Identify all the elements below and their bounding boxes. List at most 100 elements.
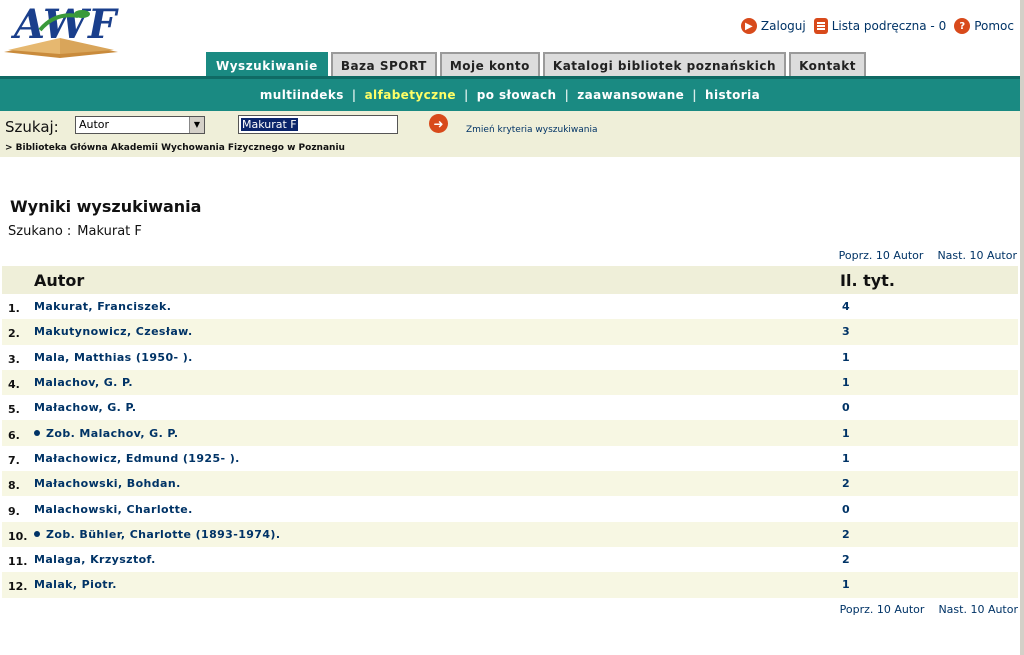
author-link[interactable]: Malachowski, Charlotte.: [32, 503, 837, 516]
author-name: Małachowicz, Edmund (1925- ).: [34, 451, 240, 465]
tab-catalogs[interactable]: Katalogi bibliotek poznańskich: [542, 52, 787, 77]
author-name: Małachow, G. P.: [34, 401, 137, 415]
tab-contact[interactable]: Kontakt: [789, 52, 866, 77]
table-body: 1. Makurat, Franciszek. 4 2. Makutynowicz, C…: [2, 294, 1018, 598]
author-link[interactable]: Małachow, G. P.: [32, 401, 837, 414]
table-row: 3. Mala, Matthias (1950- ). 1: [2, 344, 1018, 370]
subnav-multiindex[interactable]: multiindeks: [252, 88, 352, 102]
tab-baza-sport[interactable]: Baza SPORT: [330, 52, 437, 77]
title-count-link[interactable]: 1: [837, 578, 1018, 591]
author-link[interactable]: Mala, Matthias (1950- ).: [32, 351, 837, 364]
row-number: 1.: [8, 302, 20, 316]
prev-10-bottom[interactable]: Poprz. 10 Autor: [840, 603, 925, 616]
chevron-down-icon[interactable]: ▼: [189, 117, 204, 133]
table-row: 5. Małachow, G. P. 0: [2, 395, 1018, 421]
row-number: 5.: [8, 403, 20, 417]
table-row: 11. Malaga, Krzysztof. 2: [2, 546, 1018, 573]
table-row: 2. Makutynowicz, Czesław. 3: [2, 319, 1018, 345]
subnav-keywords[interactable]: po słowach: [469, 88, 565, 102]
help-icon: ?: [954, 18, 971, 34]
help-label: Pomoc: [974, 19, 1014, 33]
handlist-label: Lista podręczna - 0: [831, 19, 947, 33]
author-name: Mala, Matthias (1950- ).: [34, 350, 193, 364]
subnav-history[interactable]: historia: [697, 88, 768, 102]
row-number: 6.: [8, 428, 20, 442]
bullet-icon: [34, 429, 40, 436]
author-name: Makurat, Franciszek.: [34, 300, 172, 314]
title-count-link[interactable]: 2: [837, 553, 1018, 566]
subnav-advanced[interactable]: zaawansowane: [569, 88, 692, 102]
pager-top: Poprz. 10 Autor Nast. 10 Autor: [839, 249, 1017, 262]
title-count-link[interactable]: 2: [837, 528, 1018, 541]
author-link[interactable]: Malachov, G. P.: [32, 376, 837, 389]
help-link[interactable]: ? Pomoc: [954, 18, 1014, 34]
table-row: 1. Makurat, Franciszek. 4: [2, 294, 1018, 320]
author-link[interactable]: Makutynowicz, Czesław.: [32, 325, 837, 338]
row-number: 2.: [8, 327, 20, 341]
title-count-link[interactable]: 1: [837, 376, 1018, 389]
author-link[interactable]: Zob. Bühler, Charlotte (1893-1974).: [32, 528, 837, 541]
library-breadcrumb: > Biblioteka Główna Akademii Wychowania …: [5, 143, 345, 153]
table-row: 10. Zob. Bühler, Charlotte (1893-1974). 2: [2, 521, 1018, 547]
row-number: 10.: [8, 529, 28, 543]
login-label: Zaloguj: [760, 19, 806, 33]
title-count-link[interactable]: 0: [837, 503, 1018, 516]
title-count-link[interactable]: 2: [837, 477, 1018, 490]
search-go-button[interactable]: ➜: [429, 114, 448, 133]
table-row: 12. Malak, Piotr. 1: [2, 572, 1018, 598]
tab-my-account[interactable]: Moje konto: [439, 52, 540, 77]
author-name: Malak, Piotr.: [34, 578, 117, 592]
title-count-link[interactable]: 3: [837, 325, 1018, 338]
scrollbar[interactable]: [1020, 0, 1024, 655]
row-number: 4.: [8, 378, 20, 392]
subnav-alphabetical[interactable]: alfabetyczne: [357, 88, 464, 102]
table-header: Autor Il. tyt.: [2, 266, 1018, 294]
pager-bottom: Poprz. 10 Autor Nast. 10 Autor: [840, 603, 1018, 616]
main-tabs: Wyszukiwanie Baza SPORT Moje konto Katal…: [206, 52, 866, 78]
results-sought: Szukano : Makurat F: [8, 224, 142, 239]
search-label: Szukaj:: [5, 118, 59, 136]
row-number: 3.: [8, 352, 20, 366]
next-10-bottom[interactable]: Nast. 10 Autor: [938, 603, 1018, 616]
author-link[interactable]: Zob. Malachov, G. P.: [32, 427, 837, 440]
col-count: Il. tyt.: [840, 270, 895, 290]
table-row: 8. Małachowski, Bohdan. 2: [2, 471, 1018, 497]
title-count-link[interactable]: 1: [837, 452, 1018, 465]
author-link[interactable]: Makurat, Franciszek.: [32, 300, 837, 313]
prev-10-top[interactable]: Poprz. 10 Autor: [839, 249, 924, 262]
title-count-link[interactable]: 1: [837, 427, 1018, 440]
results-table: Autor Il. tyt. 1. Makurat, Franciszek. 4 2.…: [2, 266, 1018, 598]
search-field-select[interactable]: Autor ▼: [75, 116, 205, 134]
top-links: ▶ Zaloguj Lista podręczna - 0 ? Pomoc: [737, 18, 1014, 34]
author-name: Malaga, Krzysztof.: [34, 553, 156, 567]
col-autor: Autor: [34, 270, 85, 290]
row-number: 7.: [8, 453, 20, 467]
author-link[interactable]: Małachowski, Bohdan.: [32, 477, 837, 490]
play-icon: ▶: [740, 18, 757, 34]
login-link[interactable]: ▶ Zaloguj: [740, 18, 806, 34]
search-bar: Szukaj: Autor ▼ Makurat F ➜ Zmień kryter…: [0, 111, 1020, 157]
next-10-top[interactable]: Nast. 10 Autor: [937, 249, 1017, 262]
table-row: 4. Malachov, G. P. 1: [2, 369, 1018, 396]
search-input[interactable]: Makurat F: [238, 115, 398, 134]
search-input-value: Makurat F: [241, 118, 298, 131]
row-number: 12.: [8, 580, 28, 594]
table-row: 7. Małachowicz, Edmund (1925- ). 1: [2, 445, 1018, 472]
title-count-link[interactable]: 4: [837, 300, 1018, 313]
sought-label: Szukano :: [8, 224, 72, 239]
tab-search[interactable]: Wyszukiwanie: [206, 52, 328, 78]
handlist-link[interactable]: Lista podręczna - 0: [813, 18, 947, 34]
author-link[interactable]: Malak, Piotr.: [32, 578, 837, 591]
awf-logo[interactable]: AWF: [0, 0, 122, 60]
table-row: 9. Malachowski, Charlotte. 0: [2, 496, 1018, 522]
sought-value: Makurat F: [77, 224, 142, 239]
change-criteria-link[interactable]: Zmień kryteria wyszukiwania: [466, 125, 598, 135]
author-link[interactable]: Małachowicz, Edmund (1925- ).: [32, 452, 837, 465]
author-name: Zob. Bühler, Charlotte (1893-1974).: [46, 527, 281, 541]
row-number: 8.: [8, 479, 20, 493]
author-link[interactable]: Malaga, Krzysztof.: [32, 553, 837, 566]
title-count-link[interactable]: 0: [837, 401, 1018, 414]
bullet-icon: [34, 530, 40, 537]
search-subnav: multiindeks | alfabetyczne | po słowach …: [0, 76, 1020, 111]
title-count-link[interactable]: 1: [837, 351, 1018, 364]
